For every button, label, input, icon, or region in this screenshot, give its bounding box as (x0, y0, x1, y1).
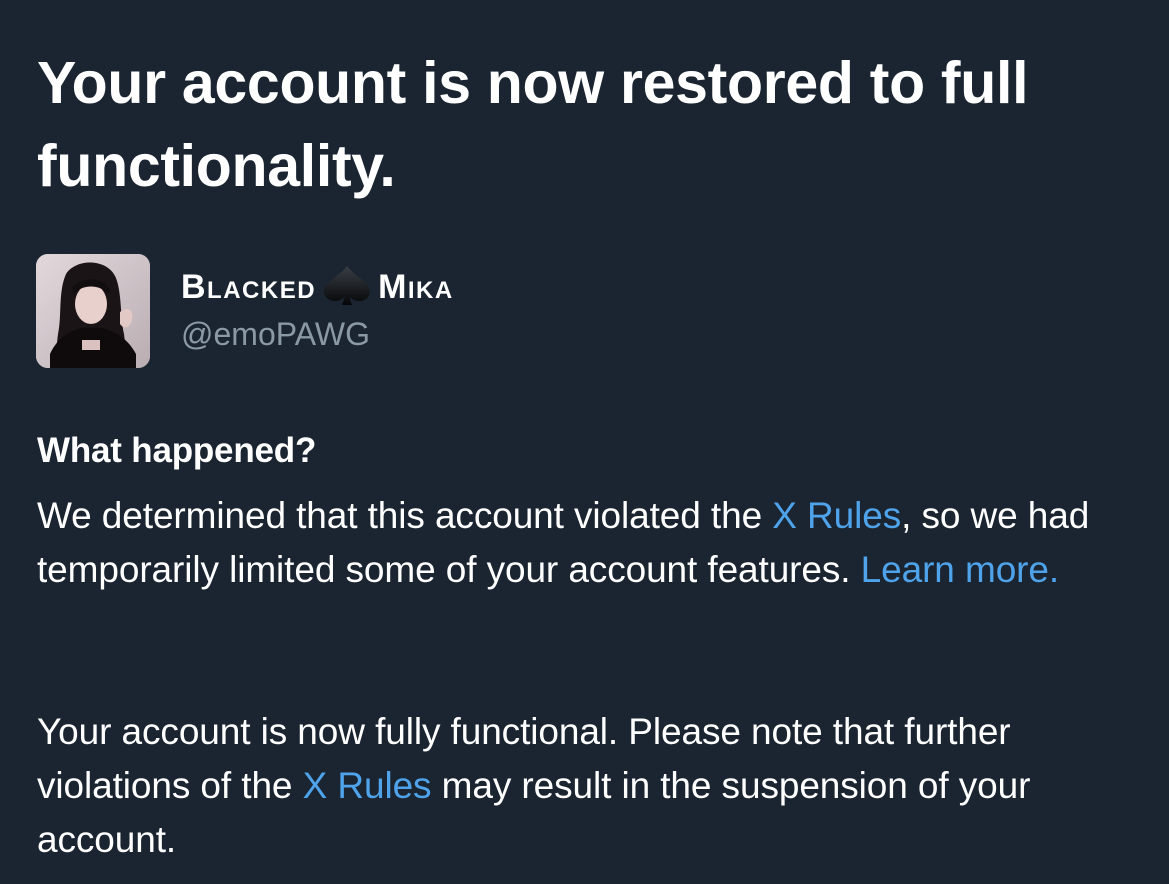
display-name-part2: Mika (378, 268, 454, 306)
avatar-photo (36, 254, 150, 368)
p1-text-before: We determined that this account violated… (37, 495, 773, 536)
display-name-part1: Blacked (181, 268, 317, 306)
section-heading: What happened? (37, 431, 317, 470)
user-handle: @emoPAWG (181, 316, 370, 352)
restoration-notice: Your account is now fully functional. Pl… (37, 705, 1147, 867)
avatar[interactable] (36, 254, 150, 368)
x-rules-link-2[interactable]: X Rules (303, 765, 432, 806)
learn-more-link[interactable]: Learn more. (861, 549, 1059, 590)
x-rules-link[interactable]: X Rules (772, 495, 901, 536)
spade-icon (318, 264, 376, 315)
display-name: Blacked Mika (181, 264, 454, 315)
account-card[interactable]: Blacked Mika @emoPAWG (36, 254, 736, 369)
violation-explanation: We determined that this account violated… (37, 489, 1147, 597)
page-title: Your account is now restored to full fun… (37, 50, 1029, 199)
